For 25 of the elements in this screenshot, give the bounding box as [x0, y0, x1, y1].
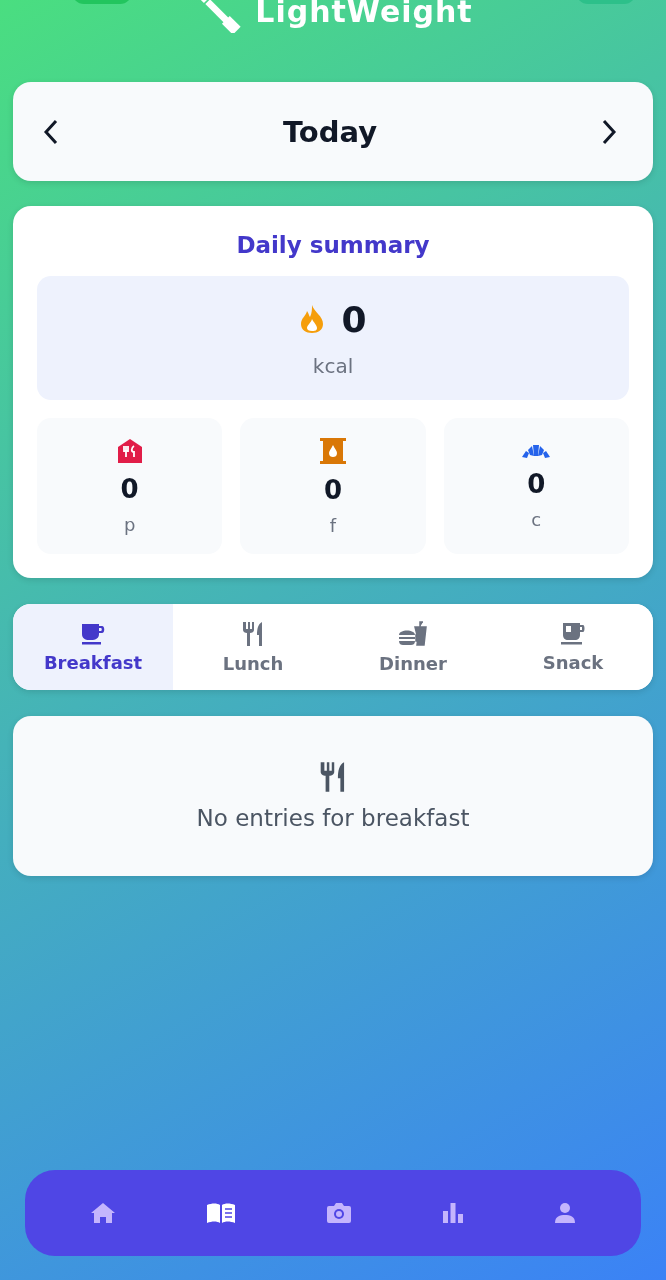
meal-tab[interactable]: Dinner — [333, 604, 493, 690]
burger-drink-icon — [398, 620, 428, 647]
previous-icon[interactable] — [43, 118, 59, 145]
calorie-unit: kcal — [312, 353, 354, 378]
croissant-icon — [521, 442, 552, 459]
date-label: Today — [282, 114, 378, 149]
mug-icon — [560, 621, 586, 646]
summary-title: Daily summary — [235, 232, 431, 258]
macro-value: 0 — [120, 473, 139, 504]
next-icon[interactable] — [601, 118, 617, 145]
meal-tab[interactable]: Snack — [493, 604, 653, 690]
calorie-value: 0 — [341, 298, 367, 340]
coffee-cup-icon — [80, 621, 106, 646]
macro-label: f — [329, 514, 337, 536]
meal-tab[interactable]: Breakfast — [13, 604, 173, 690]
macro-value: 0 — [527, 468, 546, 499]
empty-message: No entries for breakfast — [196, 805, 470, 831]
macro-value: 0 — [323, 474, 343, 505]
macro-label: c — [531, 508, 542, 530]
fork-knife-icon — [241, 620, 265, 647]
oil-barrel-icon — [319, 436, 347, 465]
flame-icon — [299, 304, 326, 334]
meat-shop-icon — [116, 437, 143, 464]
meal-tab[interactable]: Lunch — [173, 604, 333, 690]
macro-label: p — [123, 513, 136, 535]
